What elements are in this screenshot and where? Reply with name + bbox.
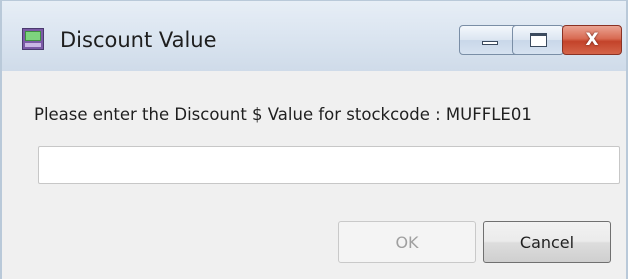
- maximize-button[interactable]: [512, 25, 564, 55]
- app-icon: [22, 28, 44, 50]
- close-button[interactable]: X: [562, 25, 622, 55]
- discount-value-input[interactable]: [38, 146, 620, 184]
- minimize-button[interactable]: [459, 25, 519, 55]
- prompt-label: Please enter the Discount $ Value for st…: [34, 105, 532, 124]
- maximize-icon: [530, 33, 547, 47]
- minimize-icon: [482, 41, 498, 45]
- discount-value-dialog: Discount Value X Please enter the Discou…: [0, 0, 628, 279]
- title-bar[interactable]: Discount Value X: [2, 1, 626, 71]
- ok-button[interactable]: OK: [338, 221, 476, 263]
- window-title: Discount Value: [60, 28, 217, 52]
- cancel-button[interactable]: Cancel: [483, 221, 611, 263]
- close-icon: X: [585, 30, 599, 50]
